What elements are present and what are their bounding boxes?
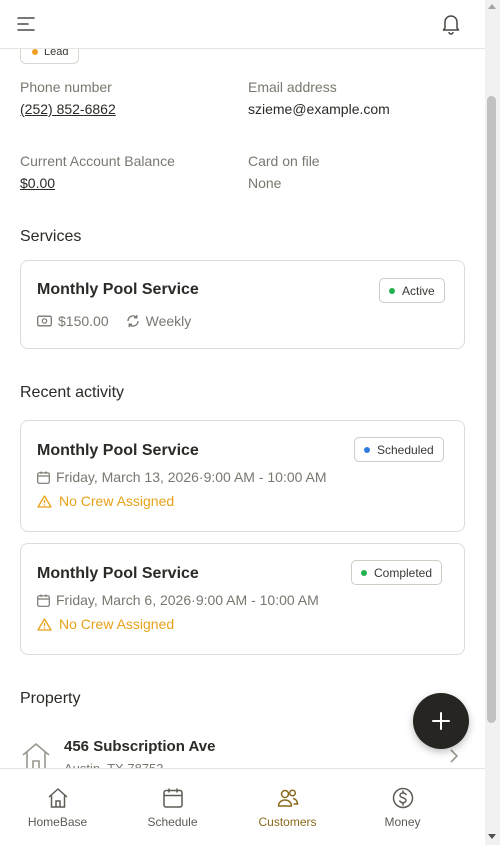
email-value: szieme@example.com [248, 101, 390, 117]
nav-item-customers[interactable]: Customers [230, 769, 345, 845]
warning-icon [37, 617, 52, 631]
dollar-circle-icon [392, 787, 413, 809]
menu-icon[interactable] [14, 12, 38, 36]
balance-link[interactable]: $0.00 [20, 175, 55, 191]
activity-date: Friday, March 6, 2026 [56, 592, 192, 608]
activity-time: 9:00 AM - 10:00 AM [203, 469, 327, 485]
activity-warning-label: No Crew Assigned [59, 493, 175, 509]
activity-date: Friday, March 13, 2026 [56, 469, 199, 485]
activity-warning: No Crew Assigned [37, 616, 174, 632]
scrollbar-thumb[interactable] [487, 96, 496, 723]
activity-status-badge: Completed [351, 560, 443, 585]
activity-status-label: Completed [374, 565, 433, 580]
calendar-icon [162, 788, 183, 808]
nav-item-homebase[interactable]: HomeBase [0, 769, 115, 845]
email-label: Email address [248, 79, 337, 95]
chevron-right-icon[interactable] [446, 748, 462, 764]
activity-warning: No Crew Assigned [37, 493, 174, 509]
activity-warning-label: No Crew Assigned [59, 616, 175, 632]
status-dot [32, 49, 38, 55]
service-status-label: Active [402, 283, 435, 298]
nav-item-schedule[interactable]: Schedule [115, 769, 230, 845]
activity-time: 9:00 AM - 10:00 AM [195, 592, 319, 608]
card-label: Card on file [248, 153, 320, 169]
service-status-badge: Active [379, 278, 445, 303]
scroll-up-arrow-icon[interactable] [488, 4, 496, 9]
top-app-bar [0, 0, 485, 49]
warning-icon [37, 494, 52, 508]
service-price: $150.00 [58, 313, 109, 329]
users-icon [277, 789, 298, 807]
nav-item-money[interactable]: Money [345, 769, 460, 845]
scroll-down-arrow-icon[interactable] [488, 834, 496, 839]
status-dot [361, 569, 367, 576]
phone-label: Phone number [20, 79, 112, 95]
nav-label: HomeBase [27, 815, 88, 829]
bottom-navigation: HomeBase Schedule Customers Money [0, 768, 485, 845]
activity-name: Monthly Pool Service [37, 442, 199, 459]
property-title: Property [20, 690, 81, 707]
service-name: Monthly Pool Service [37, 281, 199, 298]
activity-status-label: Scheduled [377, 442, 434, 457]
money-icon [37, 315, 52, 327]
phone-link[interactable]: (252) 852-6862 [20, 101, 116, 117]
nav-label: Money [384, 815, 421, 829]
activity-datetime: Friday, March 6, 2026 · 9:00 AM - 10:00 … [37, 592, 319, 608]
status-dot [389, 287, 395, 294]
service-card[interactable]: Monthly Pool Service Active $150.00 Week… [20, 260, 465, 349]
bell-icon[interactable] [439, 11, 463, 35]
repeat-icon [126, 315, 139, 327]
service-frequency: Weekly [145, 313, 192, 329]
service-meta: $150.00 Weekly [37, 313, 191, 329]
plus-icon [432, 712, 450, 730]
balance-label: Current Account Balance [20, 153, 175, 169]
status-dot [364, 446, 370, 453]
activity-card[interactable]: Monthly Pool Service Scheduled Friday, M… [20, 420, 465, 532]
app-screen: Lead Phone number (252) 852-6862 Email a… [0, 0, 485, 845]
add-button[interactable] [413, 693, 469, 749]
calendar-icon [37, 471, 50, 484]
services-title: Services [20, 228, 82, 245]
property-address[interactable]: 456 Subscription Ave [64, 738, 215, 755]
nav-label: Schedule [147, 815, 198, 829]
nav-label: Customers [258, 815, 317, 829]
activity-name: Monthly Pool Service [37, 565, 199, 582]
calendar-icon [37, 594, 50, 607]
home-icon [48, 788, 67, 808]
card-value: None [248, 175, 282, 191]
activity-card[interactable]: Monthly Pool Service Completed Friday, M… [20, 543, 465, 655]
recent-activity-title: Recent activity [20, 384, 125, 401]
activity-status-badge: Scheduled [354, 437, 444, 462]
activity-datetime: Friday, March 13, 2026 · 9:00 AM - 10:00… [37, 469, 327, 485]
